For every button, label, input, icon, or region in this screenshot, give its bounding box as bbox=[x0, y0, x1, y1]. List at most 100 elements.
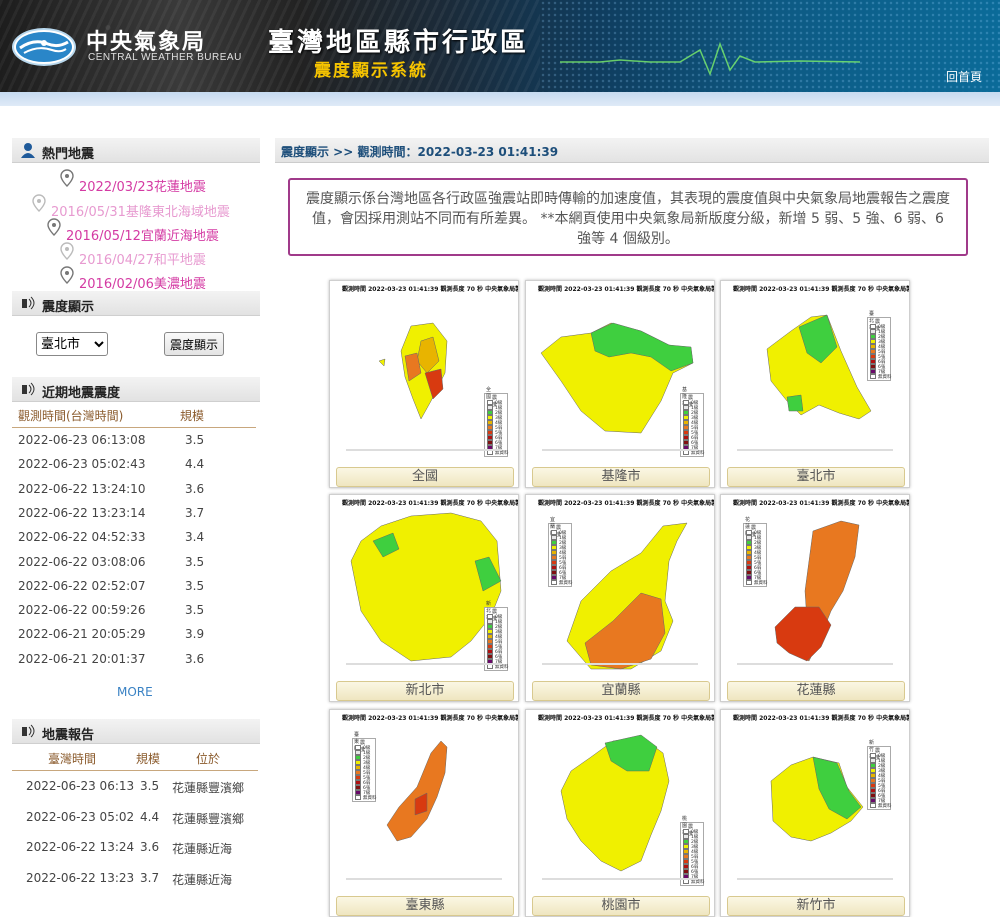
map-card-8[interactable]: 觀測時間 2022-03-23 01:41:39 觀測長度 70 秒 中央氣象局… bbox=[720, 709, 910, 917]
report-header: 地震報告 bbox=[12, 719, 260, 744]
recent-row-time[interactable]: 2022-06-22 13:24:10 bbox=[18, 482, 145, 496]
recent-quakes-title: 近期地震震度 bbox=[42, 386, 121, 401]
recent-row-time[interactable]: 2022-06-22 13:23:14 bbox=[18, 506, 145, 520]
city-select[interactable]: 臺北市 bbox=[36, 332, 108, 356]
map-footnote bbox=[346, 878, 502, 880]
district-shape bbox=[350, 512, 502, 662]
map-footnote bbox=[346, 449, 502, 451]
report-row-loc: 花蓮縣近海 bbox=[172, 842, 233, 856]
cwb-logo-icon[interactable] bbox=[12, 28, 76, 66]
map-card-7[interactable]: 觀測時間 2022-03-23 01:41:39 觀測長度 70 秒 中央氣象局… bbox=[525, 709, 715, 917]
legend-item-label: 無資料 bbox=[878, 804, 892, 809]
legend-item: 無資料 bbox=[355, 795, 377, 801]
map-label-button[interactable]: 臺北市 bbox=[727, 467, 905, 487]
legend-item-label: 無資料 bbox=[754, 581, 768, 586]
recent-row-mag: 3.5 bbox=[185, 578, 205, 593]
report-row-mag: 3.6 bbox=[140, 840, 160, 854]
recent-row-time[interactable]: 2022-06-23 06:13:08 bbox=[18, 433, 145, 447]
legend-item-label: 無資料 bbox=[878, 375, 892, 380]
recent-col-time: 觀測時間(台灣時間) bbox=[18, 409, 124, 423]
map-card-6[interactable]: 觀測時間 2022-03-23 01:41:39 觀測長度 70 秒 中央氣象局… bbox=[329, 709, 519, 917]
breadcrumb: 震度顯示 >> 觀測時間：2022-03-23 01:41:39 bbox=[275, 138, 989, 163]
home-link[interactable]: 回首頁 bbox=[946, 68, 982, 85]
map-card-5[interactable]: 觀測時間 2022-03-23 01:41:39 觀測長度 70 秒 中央氣象局… bbox=[720, 494, 910, 702]
recent-row-time[interactable]: 2022-06-23 05:02:43 bbox=[18, 457, 145, 471]
district-shape bbox=[386, 740, 448, 842]
map-footnote bbox=[542, 878, 698, 880]
report-row-time[interactable]: 2022-06-23 06:13 bbox=[26, 779, 134, 793]
report-row-mag: 3.7 bbox=[140, 870, 160, 885]
map-label-button[interactable]: 新北市 bbox=[336, 681, 514, 701]
legend-swatch bbox=[551, 580, 557, 585]
recent-row-mag: 3.6 bbox=[185, 651, 205, 666]
map-label-button[interactable]: 臺東縣 bbox=[336, 896, 514, 916]
site-header: 中央氣象局 CENTRAL WEATHER BUREAU 臺灣地區縣市行政區 震… bbox=[0, 0, 1000, 92]
map-label-button[interactable]: 基隆市 bbox=[532, 467, 710, 487]
table-divider bbox=[12, 770, 258, 771]
legend-item-label: 無資料 bbox=[495, 665, 509, 670]
map-pin-icon bbox=[60, 266, 74, 284]
legend-item-label: 無資料 bbox=[691, 451, 705, 456]
hot-item-4[interactable]: 2016/02/06美濃地震 bbox=[79, 273, 206, 292]
notice-box: 震度顯示係台灣地區各行政區強震站即時傳輸的加速度值，其表現的震度值與中央氣象局地… bbox=[288, 178, 968, 256]
user-icon bbox=[21, 143, 35, 158]
map-label-button[interactable]: 新竹市 bbox=[727, 896, 905, 916]
hot-item-0[interactable]: 2022/03/23花蓮地震 bbox=[79, 176, 206, 195]
intensity-title: 震度顯示 bbox=[42, 300, 95, 315]
map-card-1[interactable]: 觀測時間 2022-03-23 01:41:39 觀測長度 70 秒 中央氣象局… bbox=[525, 280, 715, 488]
notice-text: 震度顯示係台灣地區各行政區強震站即時傳輸的加速度值，其表現的震度值與中央氣象局地… bbox=[306, 191, 950, 247]
map-card-3[interactable]: 觀測時間 2022-03-23 01:41:39 觀測長度 70 秒 中央氣象局… bbox=[329, 494, 519, 702]
map-label-button[interactable]: 桃園市 bbox=[532, 896, 710, 916]
map-footnote bbox=[542, 663, 698, 665]
report-col-time: 臺灣時間 bbox=[48, 752, 97, 766]
recent-row-time[interactable]: 2022-06-22 03:08:06 bbox=[18, 555, 145, 569]
recent-row-time[interactable]: 2022-06-22 04:52:33 bbox=[18, 530, 145, 544]
report-row-loc: 花蓮縣豐濱鄉 bbox=[172, 811, 245, 826]
more-link[interactable]: MORE bbox=[117, 685, 153, 699]
show-intensity-button[interactable]: 震度顯示 bbox=[164, 332, 224, 356]
seismic-wave-icon bbox=[560, 41, 860, 77]
map-card-2[interactable]: 觀測時間 2022-03-23 01:41:39 觀測長度 70 秒 中央氣象局… bbox=[720, 280, 910, 488]
hot-earthquake-header: 熱門地震 bbox=[12, 138, 260, 163]
recent-row-mag: 3.5 bbox=[185, 603, 205, 618]
seismograph-icon bbox=[22, 382, 35, 396]
recent-row-mag: 3.5 bbox=[185, 554, 205, 569]
page-title: 臺灣地區縣市行政區 bbox=[268, 28, 530, 58]
hot-item-2[interactable]: 2016/05/12宜蘭近海地震 bbox=[66, 225, 219, 244]
map-label-button[interactable]: 宜蘭縣 bbox=[532, 681, 710, 701]
district-shape bbox=[786, 394, 804, 412]
recent-row-mag: 3.4 bbox=[185, 530, 205, 545]
hot-earthquake-title: 熱門地震 bbox=[42, 147, 95, 162]
recent-row-time[interactable]: 2022-06-22 02:52:07 bbox=[18, 579, 145, 593]
hot-item-3[interactable]: 2016/04/27和平地震 bbox=[79, 249, 206, 268]
report-row-time[interactable]: 2022-06-22 13:24 bbox=[26, 840, 134, 854]
legend-swatch bbox=[746, 580, 752, 585]
recent-quakes-header: 近期地震震度 bbox=[12, 377, 260, 402]
map-footnote bbox=[737, 449, 893, 451]
map-card-0[interactable]: 觀測時間 2022-03-23 01:41:39 觀測長度 70 秒 中央氣象局… bbox=[329, 280, 519, 488]
recent-row-time[interactable]: 2022-06-22 00:59:26 bbox=[18, 603, 145, 617]
org-name-en: CENTRAL WEATHER BUREAU bbox=[88, 52, 242, 63]
breadcrumb-text: 震度顯示 >> 觀測時間：2022-03-23 01:41:39 bbox=[281, 145, 559, 159]
map-card-4[interactable]: 觀測時間 2022-03-23 01:41:39 觀測長度 70 秒 中央氣象局… bbox=[525, 494, 715, 702]
hot-item-1[interactable]: 2016/05/31基隆東北海域地震 bbox=[51, 201, 230, 220]
report-row-time[interactable]: 2022-06-22 13:23 bbox=[26, 871, 134, 885]
report-row-mag: 3.5 bbox=[140, 779, 160, 793]
legend-item: 無資料 bbox=[870, 374, 892, 380]
map-label-button[interactable]: 花蓮縣 bbox=[727, 681, 905, 701]
map-label-button[interactable]: 全國 bbox=[336, 467, 514, 487]
map-pin-icon bbox=[60, 169, 74, 187]
map-footnote bbox=[346, 663, 502, 665]
report-col-mag: 規模 bbox=[136, 752, 161, 766]
legend-swatch bbox=[355, 795, 361, 800]
map-pin-icon bbox=[60, 242, 74, 260]
page-subtitle: 震度顯示系統 bbox=[314, 61, 428, 81]
recent-row-mag: 3.9 bbox=[185, 627, 205, 642]
map-footnote bbox=[542, 449, 698, 451]
report-row-time[interactable]: 2022-06-23 05:02 bbox=[26, 810, 134, 824]
recent-row-time[interactable]: 2022-06-21 20:05:29 bbox=[18, 627, 145, 641]
legend-item-label: 無資料 bbox=[363, 796, 377, 801]
recent-row-time[interactable]: 2022-06-21 20:01:37 bbox=[18, 652, 145, 666]
legend-item: 無資料 bbox=[551, 580, 573, 586]
recent-row-mag: 4.4 bbox=[185, 457, 205, 472]
